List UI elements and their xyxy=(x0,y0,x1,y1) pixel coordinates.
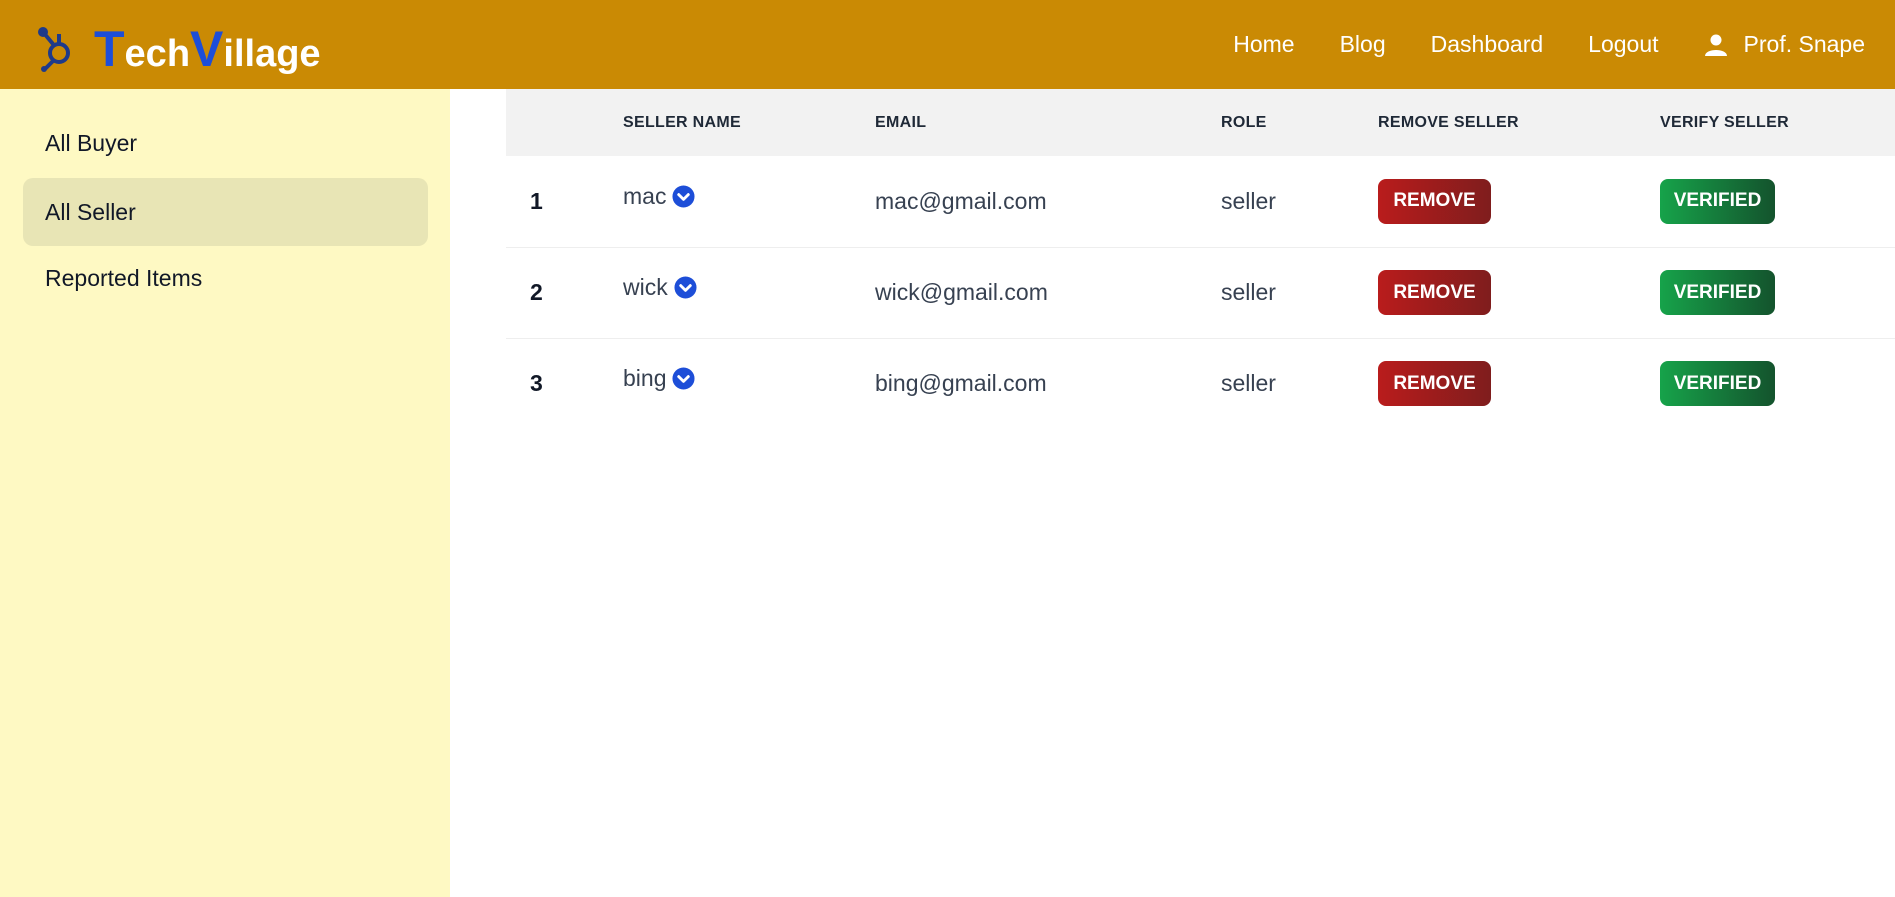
remove-button[interactable]: REMOVE xyxy=(1378,178,1491,224)
remove-cell: REMOVE xyxy=(1378,156,1660,248)
user-icon xyxy=(1704,34,1727,56)
seller-name-cell: bing xyxy=(623,338,875,429)
brand-letter-v: V xyxy=(190,21,224,77)
seller-role: seller xyxy=(1221,156,1378,248)
sellers-table: SELLER NAME EMAIL ROLE REMOVE SELLER VER… xyxy=(506,89,1895,429)
header-email: EMAIL xyxy=(875,113,927,131)
main-content: SELLER NAME EMAIL ROLE REMOVE SELLER VER… xyxy=(506,89,1895,429)
remove-cell: REMOVE xyxy=(1378,338,1660,429)
hub-icon xyxy=(38,27,70,72)
nav-logout-link[interactable]: Logout xyxy=(1588,31,1658,58)
seller-name: wick xyxy=(623,274,668,300)
verified-button[interactable]: VERIFIED xyxy=(1660,178,1775,224)
header-index xyxy=(506,89,623,156)
user-name: Prof. Snape xyxy=(1743,31,1865,57)
seller-name-cell: mac xyxy=(623,156,875,248)
nav-home-link[interactable]: Home xyxy=(1233,31,1294,58)
brand-letter-t: T xyxy=(94,21,125,77)
brand-name: Tech Village xyxy=(94,20,321,78)
header-verify-seller: VERIFY SELLER xyxy=(1660,113,1789,131)
table-row: 2 wick wick@gmail.com seller REMOVE VERI… xyxy=(506,247,1895,339)
verified-button[interactable]: VERIFIED xyxy=(1660,270,1775,315)
sidebar-item-all-seller[interactable]: All Seller xyxy=(23,178,428,246)
table-row: 1 mac mac@gmail.com seller REMOVE VERIFI… xyxy=(506,156,1895,248)
remove-button[interactable]: REMOVE xyxy=(1378,361,1491,407)
row-index: 2 xyxy=(506,247,623,339)
chevron-down-circle-icon xyxy=(674,276,697,299)
verify-cell: VERIFIED xyxy=(1660,156,1895,248)
row-index: 3 xyxy=(530,370,543,397)
brand-text-ech: ech xyxy=(124,33,191,75)
header-remove-seller: REMOVE SELLER xyxy=(1378,113,1519,131)
navbar: Tech Village Home Blog Dashboard Logout P… xyxy=(0,0,1895,89)
seller-role: seller xyxy=(1221,370,1276,397)
sidebar-item-all-buyer[interactable]: All Buyer xyxy=(23,109,428,177)
sidebar: All Buyer All Seller Reported Items xyxy=(0,89,450,897)
chevron-down-circle-icon xyxy=(672,367,696,390)
seller-name: mac xyxy=(623,182,667,209)
nav-blog-link[interactable]: Blog xyxy=(1340,31,1386,58)
verified-button[interactable]: VERIFIED xyxy=(1660,361,1775,407)
user-profile[interactable]: Prof. Snape xyxy=(1704,31,1865,58)
header-role: ROLE xyxy=(1221,113,1267,131)
seller-name: bing xyxy=(623,365,667,392)
table-header-row: SELLER NAME EMAIL ROLE REMOVE SELLER VER… xyxy=(506,89,1895,156)
logo[interactable]: Tech Village xyxy=(36,20,321,78)
sidebar-item-reported-items[interactable]: Reported Items xyxy=(23,244,428,312)
remove-cell: REMOVE xyxy=(1378,247,1660,339)
nav-links: Home Blog Dashboard Logout Prof. Snape xyxy=(1188,0,1865,89)
table-row: 3 bing bing@gmail.com seller REMOVE VERI… xyxy=(506,338,1895,429)
seller-name-cell: wick xyxy=(623,247,875,339)
row-index: 1 xyxy=(506,156,623,248)
header-seller-name: SELLER NAME xyxy=(623,113,741,131)
verify-cell: VERIFIED xyxy=(1660,338,1895,429)
chevron-down-circle-icon xyxy=(672,185,695,208)
seller-email: bing@gmail.com xyxy=(875,370,1047,397)
seller-email: mac@gmail.com xyxy=(875,156,1221,248)
nav-dashboard-link[interactable]: Dashboard xyxy=(1431,31,1544,58)
remove-button[interactable]: REMOVE xyxy=(1378,270,1491,315)
verify-cell: VERIFIED xyxy=(1660,247,1895,339)
seller-email: wick@gmail.com xyxy=(875,247,1221,339)
seller-role: seller xyxy=(1221,247,1378,339)
brand-text-illage: illage xyxy=(223,33,321,75)
